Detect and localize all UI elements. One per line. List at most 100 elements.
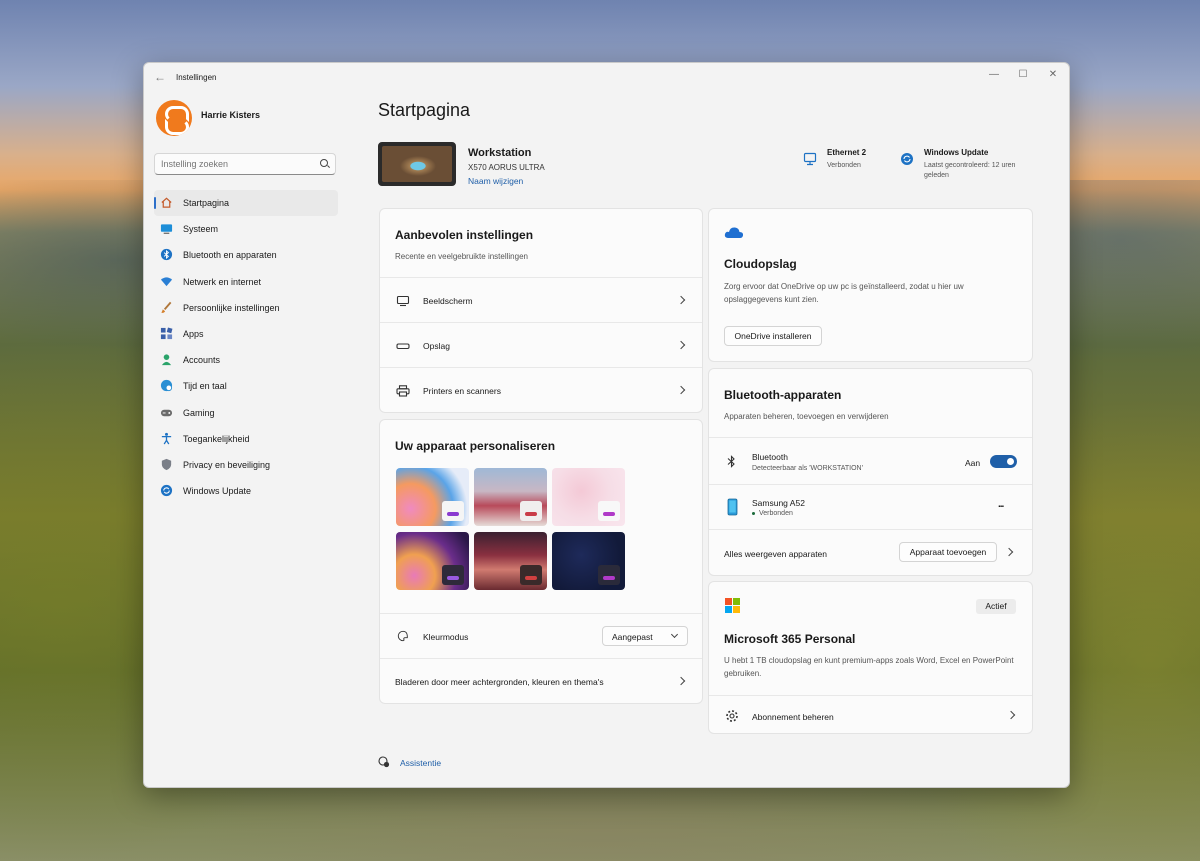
display-icon (396, 295, 410, 307)
chevron-right-icon (676, 385, 686, 395)
update-status-sub: Laatst gecontroleerd: 12 uren geleden (924, 162, 1016, 179)
search-box[interactable] (154, 153, 336, 175)
ethernet-icon (803, 152, 817, 166)
assistance-link[interactable]: Assistentie (400, 758, 441, 768)
accessibility-icon (161, 432, 172, 445)
sidebar-nav: Startpagina Systeem Bluetooth en apparat… (154, 190, 338, 504)
wallpaper-thumbnail[interactable] (396, 532, 469, 590)
phone-icon (727, 498, 738, 516)
chevron-down-icon (670, 630, 679, 639)
recommended-item-label: Opslag (423, 341, 450, 351)
manage-subscription-row[interactable]: Abonnement beheren (709, 695, 1032, 733)
gear-icon (726, 710, 738, 722)
status-badge: Actief (976, 599, 1016, 614)
update-status-icon (901, 153, 913, 165)
apps-icon (160, 327, 173, 340)
avatar[interactable] (156, 100, 192, 136)
profile-name: Harrie Kisters (201, 110, 261, 120)
recommended-sub: Recente en veelgebruikte instellingen (395, 252, 528, 261)
minimize-button[interactable]: — (979, 65, 1009, 85)
network-status-title: Ethernet 2 (827, 148, 867, 157)
add-device-button[interactable]: Apparaat toevoegen (899, 542, 997, 562)
sidebar-item-apps[interactable]: Apps (154, 321, 338, 347)
sidebar-item-accounts[interactable]: Accounts (154, 347, 338, 373)
sidebar-item-label: Privacy en beveiliging (183, 459, 271, 470)
page-title: Startpagina (378, 100, 471, 120)
manage-subscription-label: Abonnement beheren (752, 712, 834, 722)
device-row[interactable]: Samsung A52 Verbonden ... (709, 484, 1032, 530)
sidebar-item-systeem[interactable]: Systeem (154, 216, 338, 242)
browse-themes-row[interactable]: Bladeren door meer achtergronden, kleure… (380, 658, 702, 703)
device-model: X570 AORUS ULTRA (468, 163, 545, 172)
sidebar-item-label: Gaming (183, 407, 215, 418)
sidebar-item-windows-update[interactable]: Windows Update (154, 478, 338, 504)
rename-link[interactable]: Naam wijzigen (468, 176, 523, 186)
shield-icon (161, 458, 172, 470)
gamepad-icon (160, 409, 173, 416)
recommended-title: Aanbevolen instellingen (395, 228, 534, 242)
more-options-icon[interactable]: ... (998, 499, 1004, 510)
sidebar-item-persoonlijk[interactable]: Persoonlijke instellingen (154, 295, 338, 321)
sidebar-item-bluetooth[interactable]: Bluetooth en apparaten (154, 242, 338, 268)
cloud-description: Zorg ervoor dat OneDrive op uw pc is geï… (724, 282, 964, 304)
sidebar-item-privacy[interactable]: Privacy en beveiliging (154, 452, 338, 478)
bluetooth-icon (727, 455, 735, 468)
update-icon (160, 484, 173, 497)
bluetooth-label: Bluetooth (752, 452, 788, 462)
show-all-devices-label[interactable]: Alles weergeven apparaten (724, 549, 827, 559)
onedrive-cloud-icon (724, 227, 744, 238)
maximize-button[interactable]: ☐ (1008, 65, 1038, 85)
recommended-item-storage[interactable]: Opslag (380, 322, 702, 368)
chevron-right-icon (676, 676, 686, 686)
bluetooth-sub: Apparaten beheren, toevoegen en verwijde… (724, 412, 889, 421)
color-mode-dropdown[interactable]: Aangepast (602, 626, 688, 646)
palette-icon (397, 630, 408, 642)
search-input[interactable] (161, 157, 311, 171)
settings-window: ← Instellingen — ☐ ✕ Harrie Kisters Star… (143, 62, 1070, 788)
sidebar-item-label: Accounts (183, 355, 221, 366)
wallpaper-thumbnail[interactable] (474, 468, 547, 526)
wallpaper-thumbnail[interactable] (552, 468, 625, 526)
window-title: Instellingen (176, 73, 217, 82)
person-icon (161, 354, 172, 366)
close-button[interactable]: ✕ (1038, 65, 1068, 85)
personalize-card: Uw apparaat personaliseren Kleurmodus Aa… (379, 419, 703, 704)
sidebar-item-label: Apps (183, 328, 204, 339)
bluetooth-devices-card: Bluetooth-apparaten Apparaten beheren, t… (708, 368, 1033, 576)
recommended-item-display[interactable]: Beeldscherm (380, 277, 702, 323)
sidebar-item-label: Persoonlijke instellingen (183, 302, 280, 313)
sidebar-item-tijd[interactable]: Tijd en taal (154, 373, 338, 399)
wallpaper-thumbnail[interactable] (552, 532, 625, 590)
sidebar-item-netwerk[interactable]: Netwerk en internet (154, 269, 338, 295)
sidebar-item-gaming[interactable]: Gaming (154, 400, 338, 426)
chevron-right-icon[interactable] (1004, 547, 1014, 557)
globe-clock-icon (160, 380, 173, 392)
recommended-item-printers[interactable]: Printers en scanners (380, 367, 702, 412)
m365-description: U hebt 1 TB cloudopslag en kunt premium-… (724, 656, 1014, 678)
sidebar-item-toegankelijkheid[interactable]: Toegankelijkheid (154, 426, 338, 452)
wallpaper-thumbnail[interactable] (396, 468, 469, 526)
wifi-icon (160, 276, 173, 286)
chevron-right-icon (1006, 710, 1016, 720)
bluetooth-icon (160, 249, 173, 261)
chevron-right-icon (676, 295, 686, 305)
wallpaper-thumbnail[interactable] (474, 532, 547, 590)
cloud-title: Cloudopslag (724, 257, 797, 271)
sidebar-item-startpagina[interactable]: Startpagina (154, 190, 338, 217)
microsoft-logo-icon (725, 598, 740, 613)
recommended-item-label: Printers en scanners (423, 386, 501, 396)
network-status-sub: Verbonden (827, 162, 861, 169)
bluetooth-toggle[interactable] (990, 455, 1017, 468)
sidebar-item-label: Windows Update (183, 486, 252, 497)
bluetooth-title: Bluetooth-apparaten (724, 388, 842, 402)
color-mode-row: Kleurmodus Aangepast (380, 613, 702, 659)
color-mode-label: Kleurmodus (423, 632, 469, 642)
update-status-title: Windows Update (924, 148, 989, 157)
connected-dot-icon (752, 512, 755, 515)
phone-name: Samsung A52 (752, 498, 805, 508)
install-onedrive-button[interactable]: OneDrive installeren (724, 326, 822, 346)
sidebar-item-label: Tijd en taal (183, 381, 227, 392)
sidebar-item-label: Toegankelijkheid (183, 433, 250, 444)
back-arrow-icon[interactable]: ← (152, 69, 168, 85)
personalize-title: Uw apparaat personaliseren (395, 439, 556, 453)
